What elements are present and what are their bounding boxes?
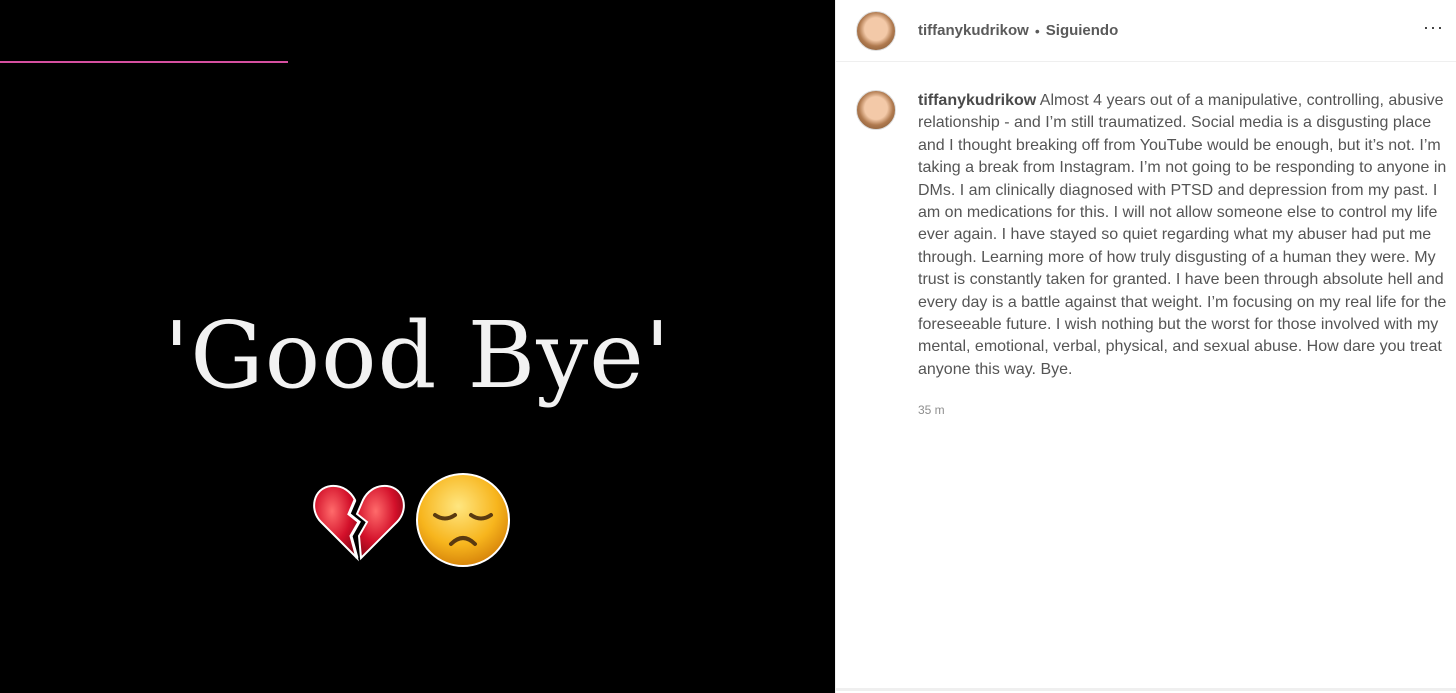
divider bbox=[836, 688, 1456, 691]
disappointed-face-icon bbox=[413, 470, 513, 570]
header-separator: • bbox=[1034, 22, 1040, 39]
post-header: tiffanykudrikow • Siguiendo ··· bbox=[836, 0, 1456, 62]
caption-avatar[interactable] bbox=[856, 90, 896, 130]
avatar[interactable] bbox=[856, 10, 896, 51]
caption-section: tiffanykudrikow Almost 4 years out of a … bbox=[836, 62, 1456, 422]
post-side-panel: tiffanykudrikow • Siguiendo ··· tiffanyk… bbox=[835, 0, 1456, 693]
media-title-text: 'Good Bye' bbox=[163, 302, 671, 409]
post-timestamp[interactable]: 35 m bbox=[918, 399, 1448, 421]
more-options-icon[interactable]: ··· bbox=[1423, 17, 1444, 38]
post-media[interactable]: 'Good Bye' bbox=[0, 0, 835, 693]
header-username[interactable]: tiffanykudrikow bbox=[918, 22, 1029, 39]
caption-body: tiffanykudrikow Almost 4 years out of a … bbox=[918, 90, 1448, 422]
caption-text: Almost 4 years out of a manipulative, co… bbox=[918, 92, 1447, 378]
progress-bar bbox=[0, 61, 288, 63]
emoji-row bbox=[0, 470, 827, 570]
caption-username[interactable]: tiffanykudrikow bbox=[918, 92, 1036, 109]
broken-heart-icon bbox=[307, 470, 407, 570]
follow-status-button[interactable]: Siguiendo bbox=[1046, 22, 1119, 39]
post-viewer: 'Good Bye' tiffanykudrikow • Siguiendo ·… bbox=[0, 0, 1456, 693]
